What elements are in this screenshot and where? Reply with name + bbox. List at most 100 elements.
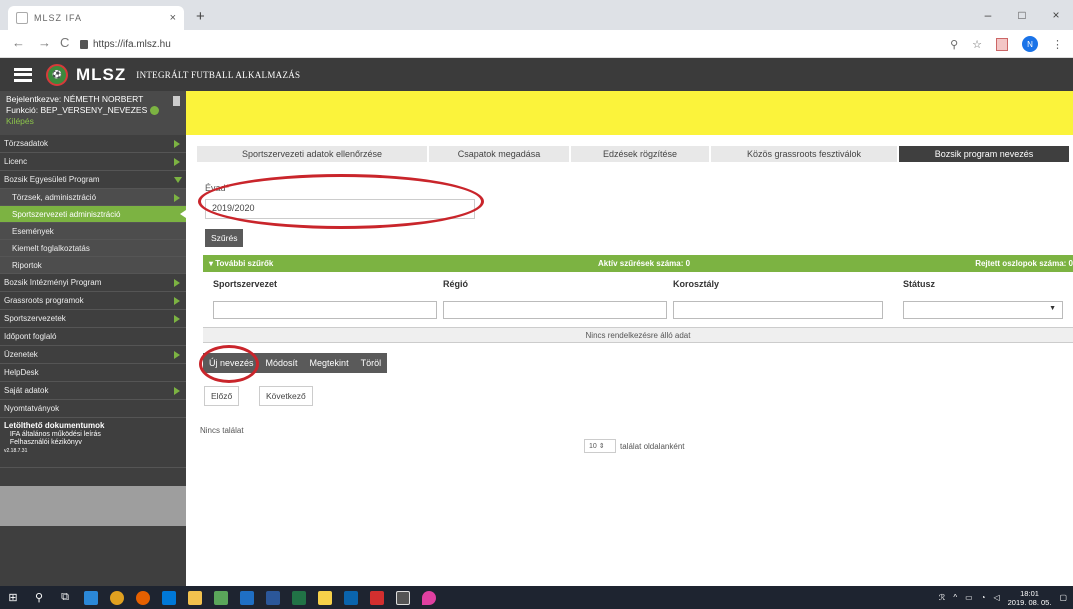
volume-icon[interactable]: ◁: [993, 593, 999, 602]
clock-date: 2019. 08. 05.: [1007, 597, 1052, 607]
pdf-extension-icon[interactable]: [996, 37, 1008, 51]
delete-button[interactable]: Töröl: [355, 358, 388, 368]
url-field[interactable]: https://ifa.mlsz.hu: [80, 34, 940, 54]
outlook-icon[interactable]: [234, 586, 260, 609]
word-icon[interactable]: [260, 586, 286, 609]
new-tab-button[interactable]: +: [196, 8, 205, 25]
outlook-2-icon[interactable]: [338, 586, 364, 609]
no-results-text: Nincs találat: [200, 426, 244, 435]
filter-button[interactable]: Szűrés: [205, 229, 244, 247]
photos-icon[interactable]: [390, 586, 416, 609]
sidebar-item-sportszervezeti-admin[interactable]: Sportszervezeti adminisztráció: [0, 206, 186, 223]
file-explorer-icon[interactable]: [182, 586, 208, 609]
tab-csapatok[interactable]: Csapatok megadása: [429, 146, 569, 162]
downloadable-docs: Letölthető dokumentumok IFA általános mű…: [0, 418, 186, 468]
column-header-statusz[interactable]: Státusz: [903, 279, 935, 289]
filter-statusz-select[interactable]: ▼: [903, 301, 1063, 319]
per-page-select[interactable]: 10 ⇕: [584, 439, 616, 453]
chrome-browser-icon[interactable]: [104, 586, 130, 609]
docs-title: Letölthető dokumentumok: [4, 421, 105, 430]
filter-sportszervezet-input[interactable]: [213, 301, 437, 319]
doc-link-manual[interactable]: Felhasználói kézikönyv: [10, 439, 82, 446]
maximize-button[interactable]: □: [1005, 0, 1039, 30]
windows-start-icon[interactable]: ⊞: [0, 586, 26, 609]
sidebar-item-torzsek[interactable]: Törzsek, adminisztráció: [0, 189, 186, 206]
view-button[interactable]: Megtekint: [304, 358, 355, 368]
firefox-icon[interactable]: [130, 586, 156, 609]
zoom-icon[interactable]: ⚲: [950, 38, 958, 51]
browser-tabbar: MLSZ IFA × + – □ ×: [0, 0, 1073, 30]
logged-in-user: Bejelentkezve: NÉMETH NORBERT: [6, 94, 144, 104]
sidebar-item-bozsik-egyesuleti[interactable]: Bozsik Egyesületi Program: [0, 171, 186, 189]
next-page-button[interactable]: Következő: [259, 386, 313, 406]
edge-browser-icon[interactable]: [78, 586, 104, 609]
sidebar-item-grassroots[interactable]: Grassroots programok: [0, 292, 186, 310]
browser-tab[interactable]: MLSZ IFA ×: [8, 6, 184, 30]
modify-button[interactable]: Módosít: [260, 358, 304, 368]
column-header-sportszervezet[interactable]: Sportszervezet: [213, 279, 277, 289]
chevron-down-icon: [174, 177, 182, 183]
new-entry-button[interactable]: Új nevezés: [203, 358, 260, 368]
column-header-regio[interactable]: Régió: [443, 279, 468, 289]
chevron-right-icon: [174, 140, 180, 148]
per-page-label: találat oldalanként: [620, 441, 685, 451]
sidebar-item-sportszervezetek[interactable]: Sportszervezetek: [0, 310, 186, 328]
close-tab-icon[interactable]: ×: [170, 12, 176, 24]
close-window-button[interactable]: ×: [1039, 0, 1073, 30]
sidebar-item-riportok[interactable]: Riportok: [0, 257, 186, 274]
sticky-notes-icon[interactable]: [312, 586, 338, 609]
notifications-icon[interactable]: ▢: [1059, 593, 1067, 602]
more-filters-toggle[interactable]: ▾ További szűrők: [209, 259, 273, 268]
evad-input[interactable]: 2019/2020: [205, 199, 475, 219]
bookmark-star-icon[interactable]: ☆: [972, 38, 982, 51]
acrobat-icon[interactable]: [364, 586, 390, 609]
search-icon[interactable]: ⚲: [26, 586, 52, 609]
app-name: INTEGRÁLT FUTBALL ALKALMAZÁS: [136, 69, 301, 80]
sidebar-item-uzenetek[interactable]: Üzenetek: [0, 346, 186, 364]
url-text: https://ifa.mlsz.hu: [93, 38, 171, 50]
store-icon[interactable]: [156, 586, 182, 609]
tab-sportszervezeti-adatok[interactable]: Sportszervezeti adatok ellenőrzése: [197, 146, 427, 162]
sidebar-item-torzsadatok[interactable]: Törzsadatok: [0, 135, 186, 153]
reload-button[interactable]: C: [60, 35, 69, 50]
menu-dots-icon[interactable]: ⋮: [1052, 38, 1063, 51]
column-header-korosztaly[interactable]: Korosztály: [673, 279, 719, 289]
battery-icon[interactable]: ▭: [965, 593, 973, 602]
hamburger-menu-icon[interactable]: [14, 67, 32, 82]
filter-bar[interactable]: ▾ További szűrők Aktív szűrések száma: 0…: [203, 255, 1073, 272]
sidebar-item-esemenyek[interactable]: Események: [0, 223, 186, 240]
sidebar-item-idopont[interactable]: Időpont foglaló: [0, 328, 186, 346]
sidebar-item-bozsik-intezmenyi[interactable]: Bozsik Intézményi Program: [0, 274, 186, 292]
tab-edzesek[interactable]: Edzések rögzítése: [571, 146, 709, 162]
excel-icon[interactable]: [286, 586, 312, 609]
forward-button[interactable]: →: [38, 35, 51, 50]
doc-link-general[interactable]: IFA általános működési leírás: [10, 431, 101, 438]
tray-chevron-up-icon[interactable]: ^: [953, 593, 957, 602]
sidebar-item-helpdesk[interactable]: HelpDesk: [0, 364, 186, 382]
maps-pin-icon[interactable]: [416, 586, 442, 609]
sidebar-item-nyomtatvanyok[interactable]: Nyomtatványok: [0, 400, 186, 418]
clock[interactable]: 18:01 2019. 08. 05.: [1008, 589, 1052, 607]
sidebar-item-sajat-adatok[interactable]: Saját adatok: [0, 382, 186, 400]
minimize-button[interactable]: –: [971, 0, 1005, 30]
clock-time: 18:01: [1020, 588, 1039, 598]
sidebar-item-label: Törzsadatok: [4, 139, 49, 148]
info-icon[interactable]: [149, 106, 159, 116]
logout-link[interactable]: Kilépés: [6, 116, 180, 127]
sidebar-item-kiemelt[interactable]: Kiemelt foglalkoztatás: [0, 240, 186, 257]
tab-grassroots-fesztivalok[interactable]: Közös grassroots fesztiválok: [711, 146, 897, 162]
pin-icon[interactable]: [173, 96, 180, 106]
app-green-icon[interactable]: [208, 586, 234, 609]
user-panel: Bejelentkezve: NÉMETH NORBERT Funkció: B…: [0, 91, 186, 135]
people-icon[interactable]: ℛ: [939, 593, 945, 602]
wifi-icon[interactable]: ◔: [981, 593, 986, 602]
sidebar-item-licenc[interactable]: Licenc: [0, 153, 186, 171]
task-view-icon[interactable]: ⧉: [52, 586, 78, 609]
filter-korosztaly-input[interactable]: [673, 301, 883, 319]
prev-page-button[interactable]: Előző: [204, 386, 240, 406]
chevron-right-icon: [174, 297, 180, 305]
tab-bozsik-nevezes[interactable]: Bozsik program nevezés: [899, 146, 1069, 162]
profile-avatar[interactable]: N: [1022, 36, 1038, 52]
filter-regio-input[interactable]: [443, 301, 667, 319]
back-button[interactable]: ←: [12, 35, 25, 50]
